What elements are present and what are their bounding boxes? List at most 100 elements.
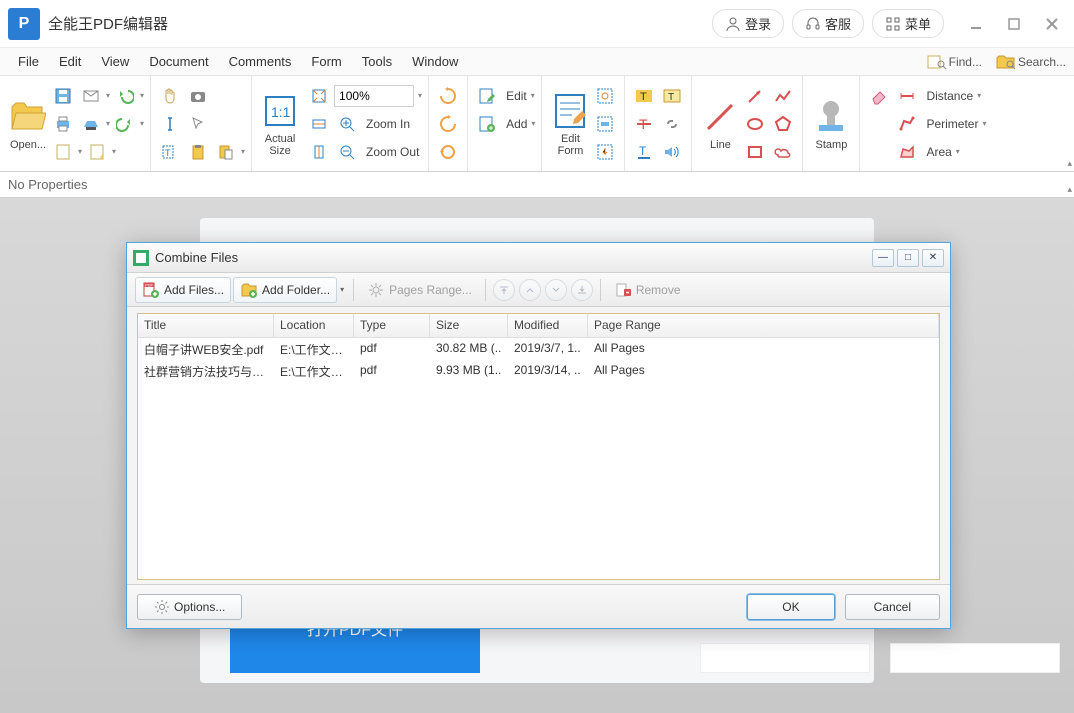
ok-button[interactable]: OK	[747, 594, 834, 620]
redo-button[interactable]	[112, 111, 138, 137]
fit-width-button[interactable]	[306, 111, 332, 137]
distance-button[interactable]	[894, 83, 920, 109]
edit-content-button[interactable]	[474, 83, 500, 109]
open-button[interactable]: Open...	[6, 78, 50, 169]
move-bottom-button	[571, 279, 593, 301]
snapshot-tool[interactable]	[185, 83, 211, 109]
close-button[interactable]	[1038, 10, 1066, 38]
propbar-collapse-icon[interactable]: ▴	[1067, 184, 1072, 195]
eraser-button[interactable]	[866, 83, 892, 109]
cloud-button[interactable]	[770, 139, 796, 165]
list-row[interactable]: 社群营销方法技巧与实.. E:\工作文件\.. pdf 9.93 MB (1..…	[138, 360, 939, 382]
hand-tool[interactable]	[157, 83, 183, 109]
list-row[interactable]: 白帽子讲WEB安全.pdf E:\工作文件\.. pdf 30.82 MB (.…	[138, 338, 939, 360]
add-folder-button[interactable]: Add Folder...	[233, 277, 337, 303]
line-button[interactable]: Line	[698, 78, 742, 169]
maximize-button[interactable]	[1000, 10, 1028, 38]
headset-icon	[805, 16, 821, 32]
sound-button[interactable]	[659, 139, 685, 165]
stamp-button[interactable]: Stamp	[809, 78, 853, 169]
dialog-close-button[interactable]: ✕	[922, 249, 944, 267]
rect-button[interactable]	[742, 139, 768, 165]
menu-tools[interactable]: Tools	[352, 50, 402, 73]
menu-comments[interactable]: Comments	[219, 50, 302, 73]
dialog-minimize-button[interactable]: —	[872, 249, 894, 267]
form-export-button[interactable]	[592, 139, 618, 165]
start-card-2[interactable]	[890, 643, 1060, 673]
edit-content-icon	[478, 87, 496, 105]
link-button[interactable]	[659, 111, 685, 137]
select-arrow-tool[interactable]	[185, 111, 211, 137]
polygon-button[interactable]	[770, 111, 796, 137]
mail-button[interactable]	[78, 83, 104, 109]
col-type[interactable]: Type	[354, 314, 430, 337]
select-text-tool[interactable]	[157, 111, 183, 137]
add-files-button[interactable]: PDF Add Files...	[135, 277, 231, 303]
rotate-ccw-button[interactable]	[435, 111, 461, 137]
clipboard-tool[interactable]	[185, 139, 211, 165]
login-button[interactable]: 登录	[712, 9, 784, 38]
rotate-page-button[interactable]	[435, 139, 461, 165]
col-location[interactable]: Location	[274, 314, 354, 337]
fit-height-button[interactable]	[306, 139, 332, 165]
textbox-button[interactable]: T	[659, 83, 685, 109]
add-content-button[interactable]	[474, 111, 500, 137]
dialog-toolbar: PDF Add Files... Add Folder... ▾ Pages R…	[127, 273, 950, 307]
user-icon	[725, 16, 741, 32]
col-title[interactable]: Title	[138, 314, 274, 337]
menu-edit[interactable]: Edit	[49, 50, 91, 73]
options-button[interactable]: Options...	[137, 594, 242, 620]
zoom-in-button[interactable]	[334, 111, 360, 137]
menu-button[interactable]: 菜单	[872, 9, 944, 38]
arrow-cursor-icon	[189, 115, 207, 133]
search-button[interactable]: Search...	[992, 52, 1070, 72]
zoom-input[interactable]	[334, 85, 414, 107]
svg-text:T: T	[668, 92, 674, 103]
col-modified[interactable]: Modified	[508, 314, 588, 337]
save-button[interactable]	[50, 83, 76, 109]
rect-icon	[746, 143, 764, 161]
form-reset-button[interactable]	[592, 83, 618, 109]
menu-form[interactable]: Form	[301, 50, 351, 73]
minimize-button[interactable]	[962, 10, 990, 38]
form-icon	[552, 91, 588, 131]
menu-document[interactable]: Document	[139, 50, 218, 73]
arrow-button[interactable]	[742, 83, 768, 109]
blank-button[interactable]	[50, 139, 76, 165]
new-button[interactable]	[84, 139, 110, 165]
oval-button[interactable]	[742, 111, 768, 137]
combine-files-dialog: Combine Files — □ ✕ PDF Add Files... Add…	[126, 242, 951, 629]
strikeout-button[interactable]: T	[631, 111, 657, 137]
menu-window[interactable]: Window	[402, 50, 468, 73]
form-highlight-button[interactable]	[592, 111, 618, 137]
print-button[interactable]	[50, 111, 76, 137]
highlight-text-button[interactable]: T	[631, 83, 657, 109]
add-folder-dropdown[interactable]: ▾	[337, 285, 347, 294]
paste-tool[interactable]	[213, 139, 239, 165]
rotate-cw-button[interactable]	[435, 83, 461, 109]
menu-file[interactable]: File	[8, 50, 49, 73]
scan-button[interactable]	[78, 111, 104, 137]
dialog-maximize-button[interactable]: □	[897, 249, 919, 267]
find-button[interactable]: Find...	[923, 52, 986, 72]
polyline-button[interactable]	[770, 83, 796, 109]
pages-range-button: Pages Range...	[360, 277, 479, 303]
fit-page-button[interactable]	[306, 83, 332, 109]
ribbon-collapse-icon[interactable]: ▴	[1067, 158, 1072, 169]
cancel-button[interactable]: Cancel	[845, 594, 940, 620]
underline-button[interactable]: T	[631, 139, 657, 165]
scanner-icon	[82, 115, 100, 133]
add-files-icon: PDF	[142, 281, 160, 299]
edit-text-tool[interactable]: T	[157, 139, 183, 165]
support-button[interactable]: 客服	[792, 9, 864, 38]
area-button[interactable]	[894, 139, 920, 165]
menu-view[interactable]: View	[91, 50, 139, 73]
actual-size-button[interactable]: 1:1 Actual Size	[258, 78, 302, 169]
col-size[interactable]: Size	[430, 314, 508, 337]
edit-form-button[interactable]: Edit Form	[548, 78, 592, 169]
start-card-1[interactable]	[700, 643, 870, 673]
zoom-out-button[interactable]	[334, 139, 360, 165]
perimeter-button[interactable]	[894, 111, 920, 137]
col-page-range[interactable]: Page Range	[588, 314, 939, 337]
undo-button[interactable]	[112, 83, 138, 109]
